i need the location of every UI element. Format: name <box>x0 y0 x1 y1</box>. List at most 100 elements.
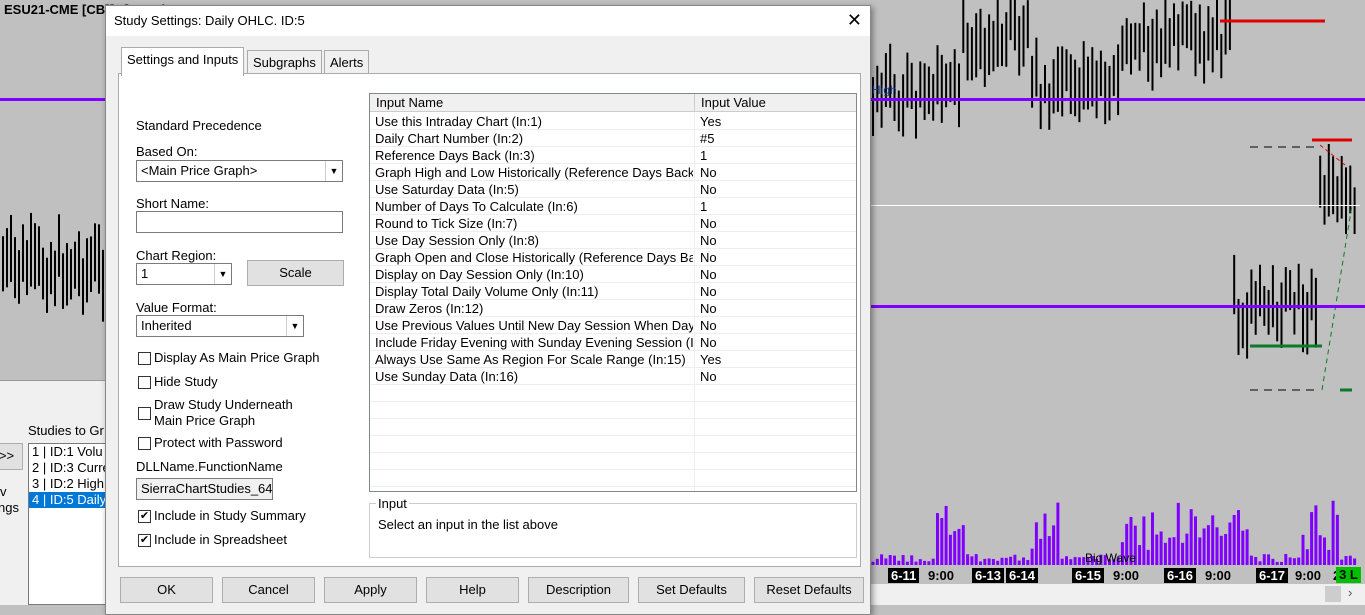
input-name-cell: Draw Zeros (In:12) <box>375 301 484 316</box>
input-name-cell: Display Total Daily Volume Only (In:11) <box>375 284 599 299</box>
empty-row <box>370 419 856 436</box>
input-value-cell[interactable]: 1 <box>700 198 707 215</box>
input-value-cell[interactable]: No <box>700 300 717 317</box>
input-value-cell[interactable]: 1 <box>700 147 707 164</box>
reset-defaults-button[interactable]: Reset Defaults <box>754 577 864 603</box>
table-row[interactable]: Daily Chart Number (In:2) #5 <box>370 130 856 147</box>
description-button[interactable]: Description <box>528 577 629 603</box>
input-value-cell[interactable]: No <box>700 266 717 283</box>
chevron-down-icon: ▼ <box>286 316 303 336</box>
tab-alerts[interactable]: Alerts <box>324 50 370 74</box>
input-value-cell[interactable]: No <box>700 334 717 351</box>
display-as-main-checkbox[interactable] <box>138 352 151 365</box>
empty-row <box>370 385 856 402</box>
input-value-cell[interactable]: No <box>700 249 717 266</box>
time-axis-label: 6-16 <box>1164 568 1197 583</box>
table-row[interactable]: Use Sunday Data (In:16) No <box>370 368 856 385</box>
input-value-cell[interactable]: No <box>700 283 717 300</box>
chart-scrollbar[interactable]: › <box>870 584 1365 605</box>
table-row[interactable]: Display Total Daily Volume Only (In:11) N… <box>370 283 856 300</box>
table-row[interactable]: Display on Day Session Only (In:10) No <box>370 266 856 283</box>
time-axis-label: 6-15 <box>1072 568 1105 583</box>
big-wave-label: Big Wave <box>1085 551 1136 565</box>
list-item[interactable]: 2 | ID:3 Curre <box>29 460 110 476</box>
add-study-button[interactable]: >> <box>0 443 23 470</box>
empty-row <box>370 402 856 419</box>
time-axis-label: 6-17 <box>1256 568 1289 583</box>
table-row[interactable]: Use Saturday Data (In:5) No <box>370 181 856 198</box>
input-value-cell[interactable]: No <box>700 164 717 181</box>
table-row[interactable]: Include Friday Evening with Sunday Eveni… <box>370 334 856 351</box>
table-row[interactable]: Always Use Same As Region For Scale Rang… <box>370 351 856 368</box>
time-axis-label: 6-13 <box>972 568 1005 583</box>
input-name-cell: Use Previous Values Until New Day Sessio… <box>375 318 693 333</box>
dialog-title: Study Settings: Daily OHLC. ID:5 <box>106 6 870 36</box>
based-on-select[interactable]: <Main Price Graph> ▼ <box>136 160 343 182</box>
cancel-button[interactable]: Cancel <box>222 577 315 603</box>
chart-region-value: 1 <box>141 266 149 281</box>
partial-label: v <box>0 484 7 499</box>
input-value-cell[interactable]: Yes <box>700 113 721 130</box>
value-format-value: Inherited <box>141 318 192 333</box>
column-header-input-name[interactable]: Input Name <box>370 94 695 112</box>
empty-row <box>370 436 856 453</box>
table-row[interactable]: Use Day Session Only (In:8) No <box>370 232 856 249</box>
checkbox-label: Hide Study <box>154 374 218 389</box>
table-row[interactable]: Use this Intraday Chart (In:1) Yes <box>370 113 856 130</box>
ok-button[interactable]: OK <box>120 577 213 603</box>
checkbox-label: Include in Study Summary <box>154 508 306 523</box>
dll-name-field: SierraChartStudies_64 <box>136 478 273 500</box>
close-icon[interactable]: ✕ <box>847 10 862 30</box>
table-row[interactable]: Reference Days Back (In:3) 1 <box>370 147 856 164</box>
tab-settings-and-inputs[interactable]: Settings and Inputs <box>121 47 245 76</box>
table-row[interactable]: Graph High and Low Historically (Referen… <box>370 164 856 181</box>
hide-study-checkbox[interactable] <box>138 376 151 389</box>
value-format-select[interactable]: Inherited ▼ <box>136 315 304 337</box>
settings-panel: Standard Precedence Based On: <Main Pric… <box>118 73 861 567</box>
input-value-cell[interactable]: Yes <box>700 351 721 368</box>
input-value-cell[interactable]: No <box>700 232 717 249</box>
time-axis-label: 6-14 <box>1006 568 1039 583</box>
scroll-right-icon[interactable]: › <box>1348 585 1352 600</box>
set-defaults-button[interactable]: Set Defaults <box>638 577 745 603</box>
help-button[interactable]: Help <box>426 577 519 603</box>
table-row[interactable]: Graph Open and Close Historically (Refer… <box>370 249 856 266</box>
include-summary-checkbox[interactable]: ✔ <box>138 510 151 523</box>
list-item[interactable]: 3 | ID:2 High <box>29 476 109 492</box>
table-row[interactable]: Draw Zeros (In:12) No <box>370 300 856 317</box>
include-spreadsheet-checkbox[interactable]: ✔ <box>138 534 151 547</box>
input-group: Input Select an input in the list above <box>369 496 857 558</box>
input-value-cell[interactable]: #5 <box>700 130 714 147</box>
apply-button[interactable]: Apply <box>324 577 417 603</box>
studies-label: Studies to Gr <box>28 423 104 438</box>
input-name-cell: Use Sunday Data (In:16) <box>375 369 519 384</box>
high-label: High <box>872 83 897 97</box>
studies-list[interactable]: 1 | ID:1 Volu 2 | ID:3 Curre 3 | ID:2 Hi… <box>28 443 110 605</box>
chevron-down-icon: ▼ <box>325 161 342 181</box>
protect-password-checkbox[interactable] <box>138 437 151 450</box>
input-value-cell[interactable]: No <box>700 317 717 334</box>
draw-underneath-checkbox[interactable] <box>138 407 151 420</box>
list-item-selected[interactable]: 4 | ID:5 Daily <box>29 492 109 508</box>
checkbox-label: Include in Spreadsheet <box>154 532 287 547</box>
scroll-thumb[interactable] <box>1325 586 1341 602</box>
scale-button[interactable]: Scale <box>247 260 344 286</box>
inputs-table[interactable]: Input Name Input Value Use this Intraday… <box>369 93 857 492</box>
input-name-cell: Graph Open and Close Historically (Refer… <box>375 250 693 265</box>
chart-region-select[interactable]: 1 ▼ <box>136 263 232 285</box>
short-name-input[interactable] <box>136 211 343 233</box>
input-name-cell: Reference Days Back (In:3) <box>375 148 535 163</box>
list-item[interactable]: 1 | ID:1 Volu <box>29 444 109 460</box>
table-row[interactable]: Number of Days To Calculate (In:6) 1 <box>370 198 856 215</box>
column-header-input-value[interactable]: Input Value <box>695 94 856 112</box>
chart-region-label: Chart Region: <box>136 248 217 263</box>
table-row[interactable]: Round to Tick Size (In:7) No <box>370 215 856 232</box>
last-price-line <box>870 205 1360 206</box>
input-name-cell: Use this Intraday Chart (In:1) <box>375 114 542 129</box>
table-row[interactable]: Use Previous Values Until New Day Sessio… <box>370 317 856 334</box>
input-value-cell[interactable]: No <box>700 215 717 232</box>
tab-subgraphs[interactable]: Subgraphs <box>247 50 322 74</box>
time-axis-label: 9:00 <box>1205 568 1232 583</box>
input-value-cell[interactable]: No <box>700 368 717 385</box>
input-value-cell[interactable]: No <box>700 181 717 198</box>
